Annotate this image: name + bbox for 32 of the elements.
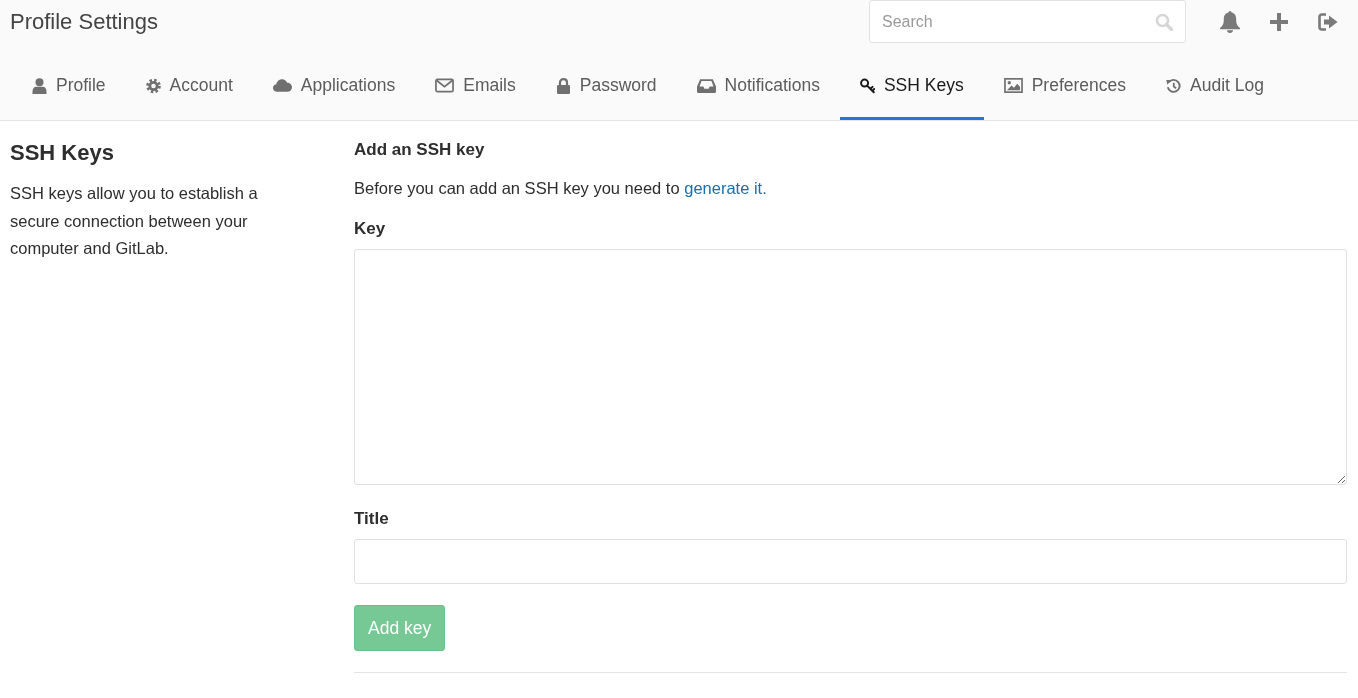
- tab[interactable]: Profile: [12, 54, 126, 120]
- inbox-icon: [696, 78, 716, 93]
- tab[interactable]: SSH Keys: [839, 54, 984, 120]
- tab[interactable]: Notifications: [676, 54, 840, 120]
- user-icon: [32, 77, 47, 94]
- gear-icon: [145, 77, 161, 94]
- section-description: SSH keys allow you to establish a secure connection between your computer and GitLab.: [10, 183, 259, 259]
- section-title: SSH Keys: [10, 140, 115, 166]
- field-label: Title: [354, 508, 389, 530]
- lock-icon: [555, 77, 571, 94]
- cloud-icon: [272, 78, 292, 93]
- search-icon: [1155, 13, 1173, 31]
- image-icon: [1003, 78, 1023, 93]
- field-label: Key: [354, 218, 386, 240]
- search-field[interactable]: Search: [869, 0, 1186, 43]
- envelope-icon: [435, 78, 455, 93]
- history-icon: [1166, 77, 1181, 94]
- tab[interactable]: Audit Log: [1146, 54, 1284, 120]
- tab[interactable]: Applications: [252, 54, 416, 120]
- form-heading: Add an SSH key: [354, 139, 485, 161]
- sign-out-icon[interactable]: [1318, 13, 1338, 31]
- plus-icon[interactable]: [1270, 13, 1288, 31]
- tab[interactable]: Account: [125, 54, 253, 120]
- intro-text: Before you can add an SSH key you need to generate it.: [354, 178, 767, 199]
- tab[interactable]: Preferences: [983, 54, 1146, 120]
- tab[interactable]: Password: [535, 54, 677, 120]
- key-icon: [859, 77, 875, 94]
- page-title: Profile Settings: [10, 8, 159, 36]
- tab[interactable]: Emails: [415, 54, 536, 120]
- title-input[interactable]: [354, 539, 1347, 584]
- generate-link[interactable]: generate it.: [684, 179, 767, 197]
- bell-icon[interactable]: [1220, 11, 1240, 33]
